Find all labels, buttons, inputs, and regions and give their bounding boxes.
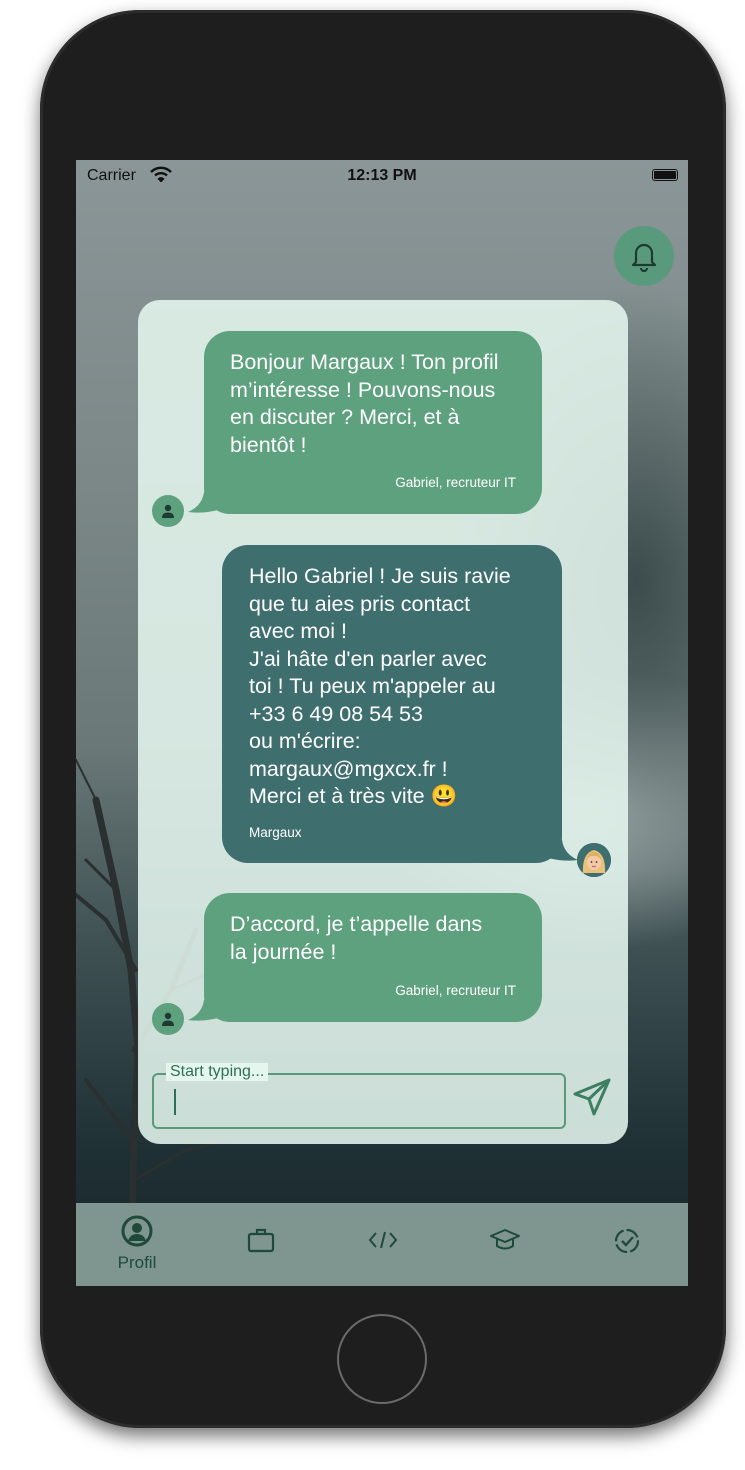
text-caret: [174, 1089, 176, 1115]
memoji-avatar-icon: [577, 843, 611, 877]
message-bubble-received: Bonjour Margaux ! Ton profil m’intéresse…: [204, 331, 542, 514]
message-bubble-sent: Hello Gabriel ! Je suis ravie que tu aie…: [222, 545, 562, 863]
badge-check-icon: [614, 1228, 640, 1254]
briefcase-icon: [247, 1228, 275, 1253]
code-icon: [368, 1231, 398, 1249]
message-input[interactable]: Start typing...: [152, 1063, 566, 1129]
tab-bar: Profil: [76, 1203, 688, 1286]
tab-label: Profil: [117, 1253, 157, 1272]
person-icon: [162, 1012, 174, 1026]
tab-profil[interactable]: Profil: [76, 1203, 198, 1286]
message-text: Bonjour Margaux ! Ton profil m’intéresse…: [230, 350, 499, 457]
app-screen: Carrier 12:13 PM Bonjour Margaux ! Ton p…: [76, 160, 688, 1286]
message-signature: Gabriel, recruteur IT: [395, 983, 516, 998]
tab-certifications[interactable]: [566, 1203, 688, 1286]
tab-skills[interactable]: [322, 1203, 444, 1286]
bell-icon: [631, 243, 657, 272]
clock-label: 12:13 PM: [347, 167, 417, 184]
message-signature: Margaux: [249, 825, 302, 840]
user-circle-icon: [121, 1215, 153, 1247]
bubble-tail: [548, 840, 578, 861]
graduation-cap-icon: [490, 1229, 520, 1250]
recruiter-avatar: [152, 495, 184, 527]
status-bar: Carrier 12:13 PM: [76, 160, 688, 192]
battery-icon: [652, 169, 678, 181]
message-bubble-received: D’accord, je t’appelle dans la journée !…: [204, 893, 542, 1022]
recruiter-avatar: [152, 1003, 184, 1035]
send-icon: [573, 1078, 611, 1116]
person-icon: [162, 504, 174, 518]
chat-panel: Bonjour Margaux ! Ton profil m’intéresse…: [138, 300, 628, 1144]
message-input-label: Start typing...: [166, 1063, 269, 1081]
send-button[interactable]: [570, 1073, 614, 1121]
message-text: D’accord, je t’appelle dans la journée !: [230, 912, 483, 964]
home-button[interactable]: [337, 1314, 427, 1404]
tab-experience[interactable]: [200, 1203, 322, 1286]
message-signature: Gabriel, recruteur IT: [395, 475, 516, 490]
message-text: Hello Gabriel ! Je suis ravie que tu aie…: [249, 564, 511, 808]
user-avatar: [577, 843, 611, 877]
notification-button[interactable]: [614, 226, 674, 286]
tab-education[interactable]: [444, 1203, 566, 1286]
